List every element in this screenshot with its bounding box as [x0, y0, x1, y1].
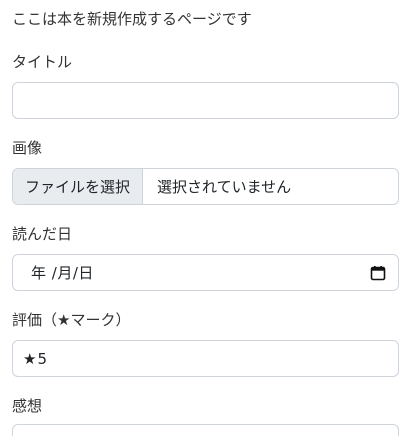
- file-status-text: 選択されていません: [157, 178, 292, 196]
- choose-file-button[interactable]: ファイルを選択: [13, 169, 144, 204]
- rating-value: 5: [37, 349, 47, 368]
- new-book-page: ここは本を新規作成するページです タイトル 画像 ファイルを選択 選択されていま…: [0, 0, 410, 436]
- title-input[interactable]: [12, 82, 399, 119]
- impression-textarea[interactable]: [12, 424, 399, 436]
- calendar-icon[interactable]: [370, 265, 386, 281]
- page-intro-text: ここは本を新規作成するページです: [12, 10, 252, 28]
- image-label: 画像: [12, 139, 43, 157]
- image-file-input[interactable]: ファイルを選択 選択されていません: [12, 168, 399, 205]
- date-placeholder: 年 /月/日: [31, 264, 94, 282]
- rating-label: 評価（★マーク）: [12, 311, 131, 329]
- read-date-input[interactable]: 年 /月/日: [12, 254, 399, 291]
- read-date-label: 読んだ日: [12, 225, 73, 243]
- star-icon: ★: [23, 349, 37, 368]
- rating-input[interactable]: ★ 5: [12, 340, 399, 377]
- impression-label: 感想: [12, 397, 43, 415]
- title-label: タイトル: [12, 53, 73, 71]
